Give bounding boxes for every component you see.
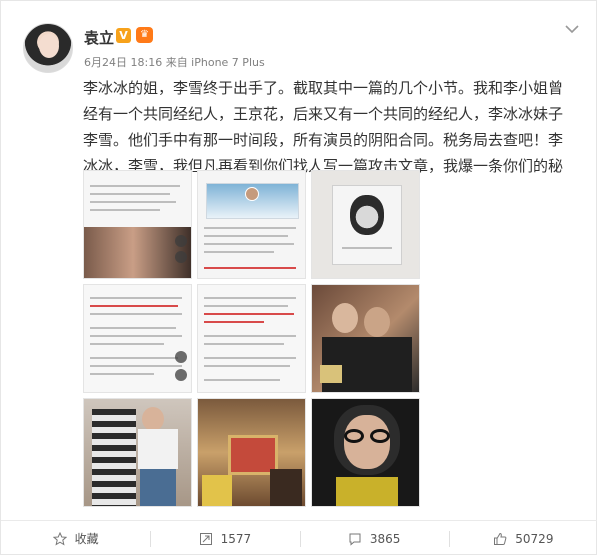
image-thumbnail-8[interactable] [197,398,306,507]
image-thumbnail-3[interactable] [311,170,420,279]
image-thumbnail-5[interactable] [197,284,306,393]
weibo-post-card: 袁立 V ♛ 6月24日 18:16 来自 iPhone 7 Plus 李冰冰的… [0,0,597,555]
avatar[interactable] [23,23,73,73]
comment-button[interactable]: 3865 [299,521,449,555]
image-overlay-icon [175,251,187,263]
repost-button[interactable]: 1577 [150,521,299,555]
post-meta: 6月24日 18:16 来自 iPhone 7 Plus [84,56,265,69]
image-thumbnail-2[interactable] [197,170,306,279]
like-count: 50729 [515,531,554,546]
star-icon [52,531,67,546]
member-crown-icon: ♛ [136,27,153,43]
image-overlay-icon [175,369,187,381]
image-thumbnail-9[interactable] [311,398,420,507]
image-thumbnail-4[interactable] [83,284,192,393]
image-thumbnail-6[interactable] [311,284,420,393]
chevron-down-icon[interactable] [565,23,579,35]
thumbs-up-icon [493,532,507,546]
image-thumbnail-1[interactable] [83,170,192,279]
action-bar: 收藏 1577 3865 50729 [1,520,597,555]
repost-count: 1577 [220,531,252,546]
author-name[interactable]: 袁立 [84,27,114,48]
image-overlay-icon [175,351,187,363]
image-overlay-icon [175,235,187,247]
image-thumbnail-7[interactable] [83,398,192,507]
like-button[interactable]: 50729 [448,521,597,555]
comment-icon [348,532,362,546]
favorite-button[interactable]: 收藏 [1,521,150,555]
repost-icon [199,532,213,546]
verified-icon: V [116,28,131,43]
favorite-label: 收藏 [74,532,99,546]
comment-count: 3865 [369,531,401,546]
